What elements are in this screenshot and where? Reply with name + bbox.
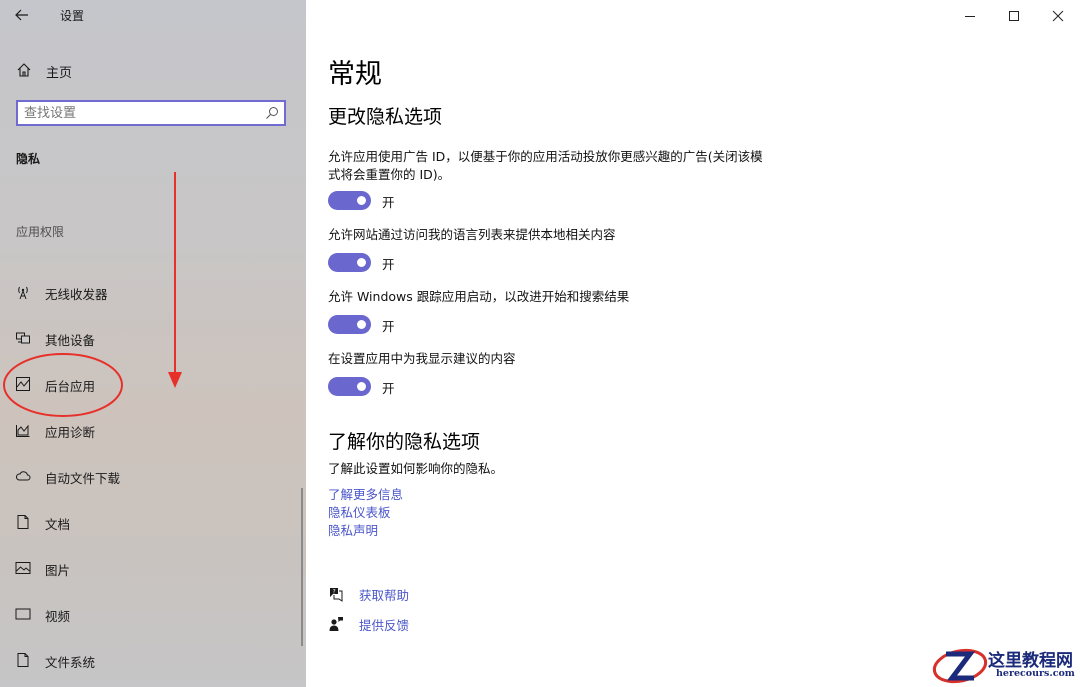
sidebar-item-label: 文档 (45, 517, 71, 532)
main-content: 常规 更改隐私选项 允许应用使用广告 ID，以便基于你的应用活动投放你更感兴趣的… (306, 0, 1080, 687)
sidebar-scrollbar[interactable] (301, 488, 303, 646)
option-description: 允许网站通过访问我的语言列表来提供本地相关内容 (328, 227, 616, 242)
option-description: 允许应用使用广告 ID，以便基于你的应用活动投放你更感兴趣的广告(关闭该模式将会… (328, 149, 763, 182)
svg-text:?: ? (333, 588, 336, 595)
toggle-suggested-content[interactable] (328, 377, 371, 396)
sidebar-item-label: 其他设备 (45, 333, 96, 348)
sidebar-item-background-apps[interactable]: 后台应用 (0, 367, 306, 401)
search-box[interactable] (16, 100, 286, 126)
settings-window: 设置 主页 隐私 应用权限 无线收发器 (0, 0, 1080, 687)
toggle-state-label: 开 (382, 319, 395, 334)
document-icon (17, 515, 29, 529)
toggle-state-label: 开 (382, 381, 395, 396)
give-feedback-label: 提供反馈 (359, 618, 410, 633)
title-bar: 设置 (0, 0, 306, 32)
sidebar-item-other-devices[interactable]: 其他设备 (0, 321, 306, 355)
section-title: 更改隐私选项 (328, 106, 443, 128)
watermark-logo-icon (932, 648, 988, 684)
search-icon[interactable] (265, 106, 279, 120)
help-chat-icon: ? (330, 588, 343, 602)
sidebar-item-label: 文件系统 (45, 655, 96, 670)
back-arrow-icon (15, 9, 28, 21)
close-icon (1052, 10, 1064, 22)
option-description: 在设置应用中为我显示建议的内容 (328, 351, 516, 366)
toggle-state-label: 开 (382, 195, 395, 210)
sidebar: 设置 主页 隐私 应用权限 无线收发器 (0, 0, 306, 687)
file-system-icon (17, 653, 29, 667)
sidebar-item-file-system[interactable]: 文件系统 (0, 643, 306, 677)
sidebar-item-app-diagnostics[interactable]: 应用诊断 (0, 413, 306, 447)
back-button[interactable] (8, 3, 36, 27)
sidebar-item-radios[interactable]: 无线收发器 (0, 275, 306, 309)
feedback-icon (329, 617, 343, 631)
learn-section-title: 了解你的隐私选项 (328, 431, 481, 453)
sidebar-item-label: 后台应用 (45, 379, 96, 394)
learn-description: 了解此设置如何影响你的隐私。 (328, 461, 504, 476)
minimize-button[interactable] (948, 0, 992, 32)
toggle-advertising-id[interactable] (328, 191, 371, 210)
video-icon (15, 608, 31, 620)
search-input[interactable] (24, 104, 264, 122)
sidebar-item-pictures[interactable]: 图片 (0, 551, 306, 585)
sidebar-item-label: 应用诊断 (45, 425, 96, 440)
picture-icon (15, 562, 31, 574)
home-label: 主页 (46, 66, 73, 81)
home-icon (17, 63, 31, 77)
sidebar-item-auto-download[interactable]: 自动文件下载 (0, 459, 306, 493)
cloud-icon (15, 471, 31, 481)
sidebar-item-label: 视频 (45, 609, 71, 624)
sidebar-item-label: 无线收发器 (45, 287, 108, 302)
sidebar-item-label: 自动文件下载 (45, 471, 121, 486)
toggle-language-list[interactable] (328, 253, 371, 272)
option-description: 允许 Windows 跟踪应用启动，以改进开始和搜索结果 (328, 289, 630, 304)
watermark: 这里教程网 herecours.com (930, 644, 1080, 687)
privacy-statement-link[interactable]: 隐私声明 (328, 520, 378, 539)
toggle-state-label: 开 (382, 257, 395, 272)
background-apps-icon (16, 377, 30, 391)
maximize-icon (1009, 11, 1019, 21)
get-help-label: 获取帮助 (359, 588, 410, 603)
window-title: 设置 (60, 9, 85, 23)
devices-icon (16, 332, 30, 344)
toggle-knob (357, 196, 366, 205)
maximize-button[interactable] (992, 0, 1036, 32)
radio-tower-icon (18, 286, 28, 300)
sidebar-item-label: 图片 (45, 563, 71, 578)
sidebar-item-documents[interactable]: 文档 (0, 505, 306, 539)
page-title: 常规 (328, 59, 382, 90)
toggle-knob (357, 382, 366, 391)
minimize-icon (965, 16, 975, 17)
watermark-url: herecours.com (996, 668, 1075, 679)
toggle-app-launch-tracking[interactable] (328, 315, 371, 334)
toggle-knob (357, 258, 366, 267)
sidebar-item-home[interactable]: 主页 (0, 56, 306, 84)
privacy-dashboard-link[interactable]: 隐私仪表板 (328, 502, 391, 521)
toggle-knob (357, 320, 366, 329)
group-label: 应用权限 (16, 225, 65, 239)
sidebar-item-videos[interactable]: 视频 (0, 597, 306, 631)
learn-more-link[interactable]: 了解更多信息 (328, 484, 403, 503)
section-heading: 隐私 (16, 152, 41, 166)
diagnostics-icon (16, 424, 30, 437)
close-button[interactable] (1036, 0, 1080, 32)
